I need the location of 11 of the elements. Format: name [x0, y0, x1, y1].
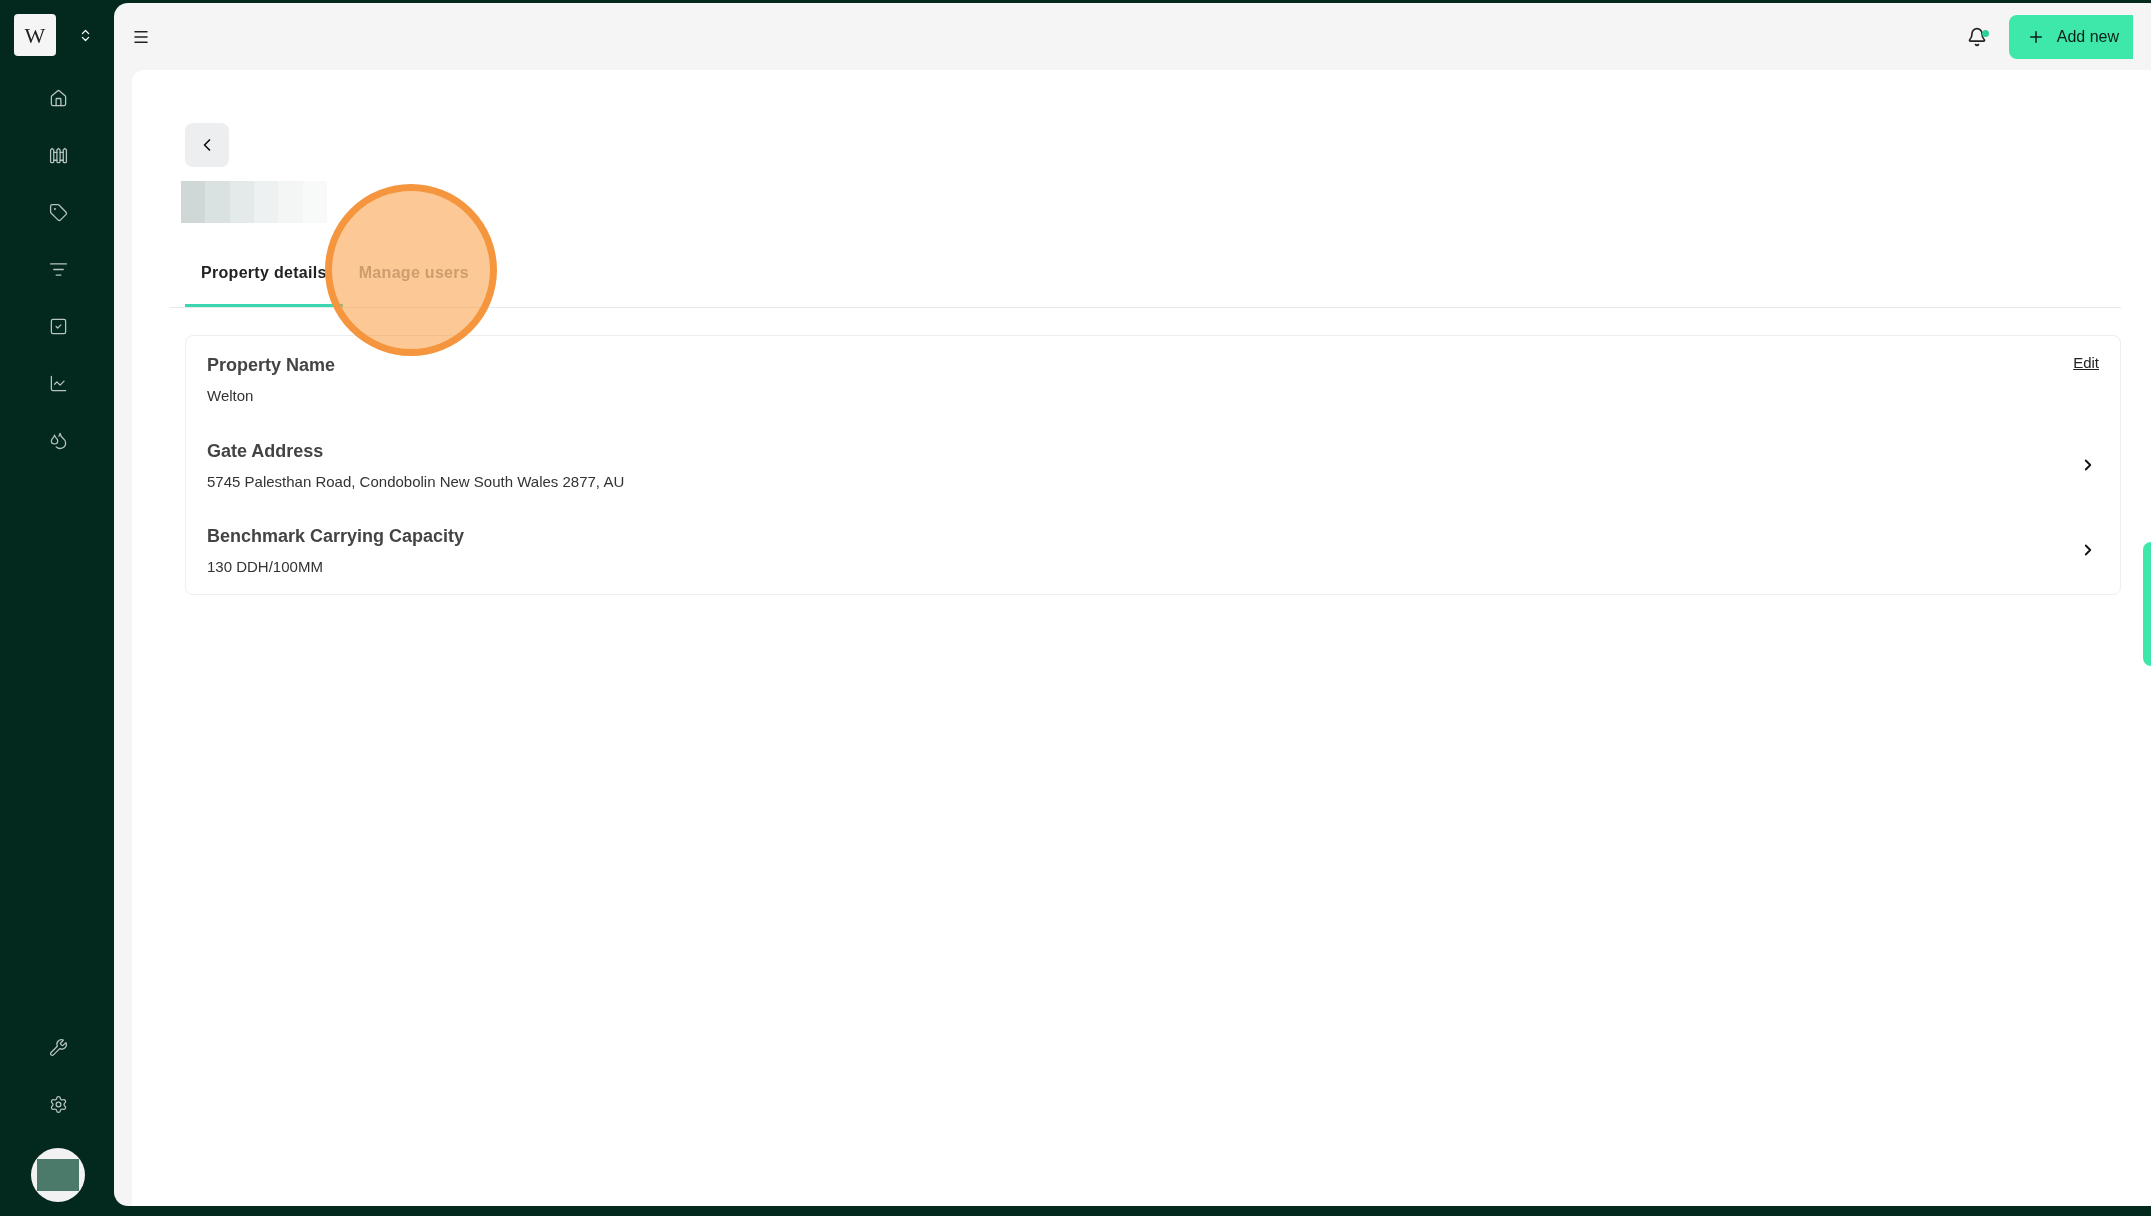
notification-button[interactable]: [1966, 26, 1987, 47]
detail-label: Gate Address: [207, 439, 325, 463]
detail-value: 5745 Palesthan Road, Condobolin New South Wales 2877, AU: [207, 471, 626, 492]
detail-label: Benchmark Carrying Capacity: [207, 525, 466, 548]
detail-label: Property Name: [207, 354, 337, 377]
detail-value: 130 DDH/100MM: [207, 557, 324, 577]
edit-link[interactable]: Edit: [2073, 352, 2099, 375]
logo[interactable]: W: [14, 14, 56, 56]
add-new-button[interactable]: Add new: [2008, 14, 2133, 59]
detail-value: Welton: [207, 386, 255, 406]
avatar[interactable]: [31, 1148, 85, 1202]
